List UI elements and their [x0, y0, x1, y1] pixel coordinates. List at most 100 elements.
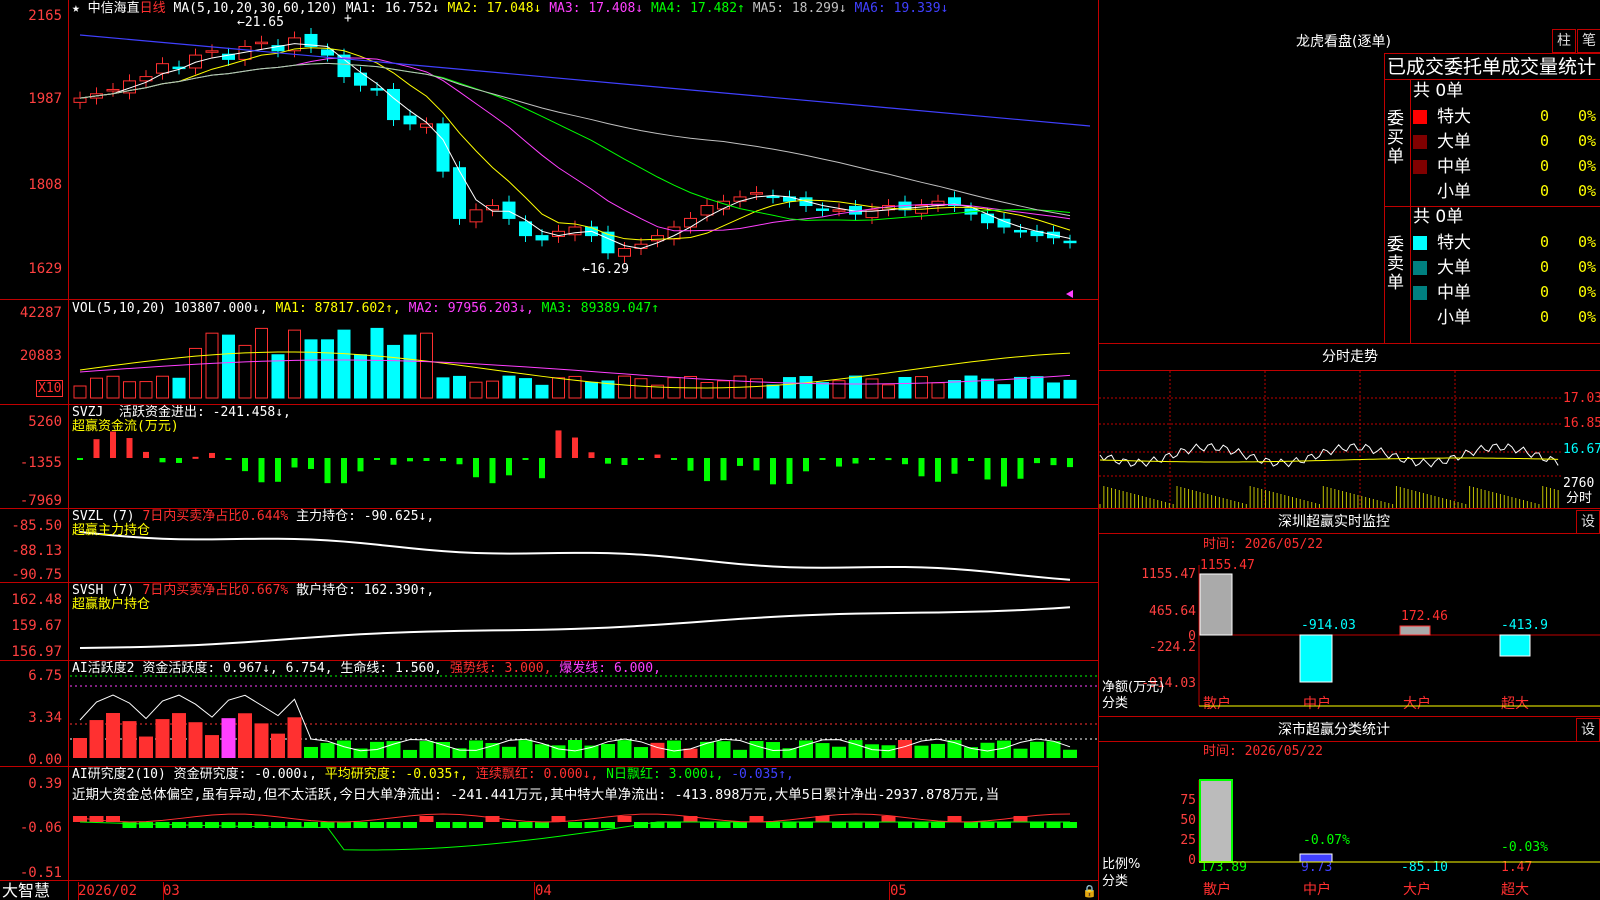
candle [502, 201, 516, 219]
activity-bar [832, 746, 846, 758]
research-bar [535, 822, 549, 828]
volume-bar [304, 339, 318, 399]
monitor-value: -413.9 [1501, 618, 1548, 633]
volume-bar [799, 376, 813, 399]
svzj-header: SVZJ 活跃资金进出: -241.458↓, [72, 405, 291, 420]
monitor-bar [1299, 634, 1333, 683]
volume-bar [981, 378, 994, 399]
low-label: ←16.29 [582, 262, 629, 277]
activity-bar [337, 740, 351, 758]
candle [816, 208, 829, 211]
order-percent: 0% [1578, 233, 1597, 251]
activity-bar [320, 742, 335, 758]
date-label: 03 [163, 883, 180, 899]
flow-bar [440, 458, 446, 462]
flow-bar [423, 458, 430, 461]
flow-bar [704, 458, 710, 482]
high-label: ←21.65 [237, 15, 284, 30]
volume-bar [486, 380, 499, 399]
monitor-settings-button[interactable]: 设 [1576, 510, 1600, 534]
class-y-tick: 25 [1180, 833, 1196, 848]
activity-bar [1046, 741, 1061, 758]
flow-bar [506, 458, 512, 476]
svsh-header: SVSH (7) 7日内买卖净占比0.667% 散户持仓: 162.390↑, [72, 583, 435, 598]
activity-bar [617, 740, 632, 758]
research-bar [733, 822, 747, 828]
volume-bar [948, 380, 961, 399]
price-y-tick: 1629 [28, 261, 62, 277]
volume-bar [931, 382, 945, 399]
candle [73, 97, 87, 103]
monitor-value: 172.46 [1401, 609, 1448, 624]
period-label[interactable]: 日线 [140, 1, 166, 16]
ma-line [79, 62, 1071, 221]
ma-header: MA(5,10,20,30,60,120) [173, 1, 338, 16]
order-count: 0 [1540, 182, 1550, 200]
activity-bar [155, 719, 170, 758]
buy-side-label: 委买单 [1387, 109, 1404, 167]
volume-bar [849, 375, 862, 399]
research-bar [947, 816, 962, 822]
class-settings-button[interactable]: 设 [1576, 718, 1600, 742]
class-category-label: 中户 [1303, 882, 1331, 898]
candle [370, 88, 384, 91]
legend-swatch [1413, 261, 1427, 275]
legend-swatch [1413, 110, 1427, 124]
divider [0, 880, 1098, 881]
ai-active-header: AI活跃度2 资金活跃度: 0.967↓, 6.754, 生命线: 1.560,… [72, 661, 661, 676]
monitor-bar [1399, 625, 1431, 636]
svsh-y-tick: 159.67 [11, 618, 62, 634]
legend-swatch [1413, 286, 1427, 300]
order-type-label: 小单 [1437, 308, 1471, 328]
flow-bar [110, 431, 116, 458]
ai-active-y-tick: 3.34 [28, 710, 62, 726]
activity-bar [914, 745, 929, 758]
activity-bar [881, 745, 896, 758]
flow-bar [159, 458, 166, 463]
flow-bar [407, 458, 413, 462]
order-type-label: 大单 [1437, 132, 1471, 152]
flow-bar [836, 458, 842, 467]
research-bar [139, 822, 153, 828]
activity-bar [106, 713, 120, 758]
svzl-y-tick: -85.50 [11, 518, 62, 534]
activity-bar [650, 742, 665, 758]
research-bar [568, 822, 582, 828]
stock-charts[interactable] [0, 0, 1100, 900]
research-bar [601, 822, 615, 828]
monitor-bar [1499, 634, 1531, 657]
intraday-tick: 16.85 [1563, 416, 1600, 431]
column-view-button[interactable]: 柱 [1552, 29, 1576, 53]
activity-bar [815, 743, 830, 758]
activity-bar [419, 741, 434, 758]
stock-name[interactable]: 中信海直 [88, 1, 140, 16]
lock-icon[interactable]: 🔒 [1082, 884, 1097, 898]
lhb-title: 龙虎看盘(逐单) [1296, 34, 1391, 50]
volume-bar [1014, 376, 1027, 399]
svzj-y-tick: -7969 [19, 493, 62, 509]
activity-bar [485, 743, 500, 758]
ma-legend-4: MA4: 17.482↑ [643, 1, 745, 16]
volume-bar [1030, 376, 1044, 399]
flow-bar [819, 458, 826, 460]
monitor-value: 1155.47 [1200, 558, 1255, 573]
volume-bar [403, 334, 417, 399]
activity-bar [172, 713, 186, 758]
class-time: 时间: 2026/05/22 [1203, 744, 1323, 759]
activity-bar [667, 740, 681, 758]
monitor-category-label: 超大 [1501, 696, 1529, 712]
order-count: 0 [1540, 132, 1550, 150]
activity-bar [89, 720, 104, 758]
volume-bar [915, 376, 928, 399]
volume-bar [700, 382, 714, 399]
ma-legend-5: MA5: 18.299↓ [744, 1, 847, 16]
volume-bar [552, 377, 565, 399]
candle [106, 88, 120, 92]
candle [1014, 229, 1027, 233]
tick-view-button[interactable]: 笔 [1577, 29, 1600, 53]
monitor-y-tick: -224.2 [1149, 640, 1196, 655]
volume-bar [172, 377, 186, 399]
volume-bar [453, 375, 466, 399]
volume-bar [832, 380, 846, 399]
flow-bar [1017, 458, 1024, 479]
